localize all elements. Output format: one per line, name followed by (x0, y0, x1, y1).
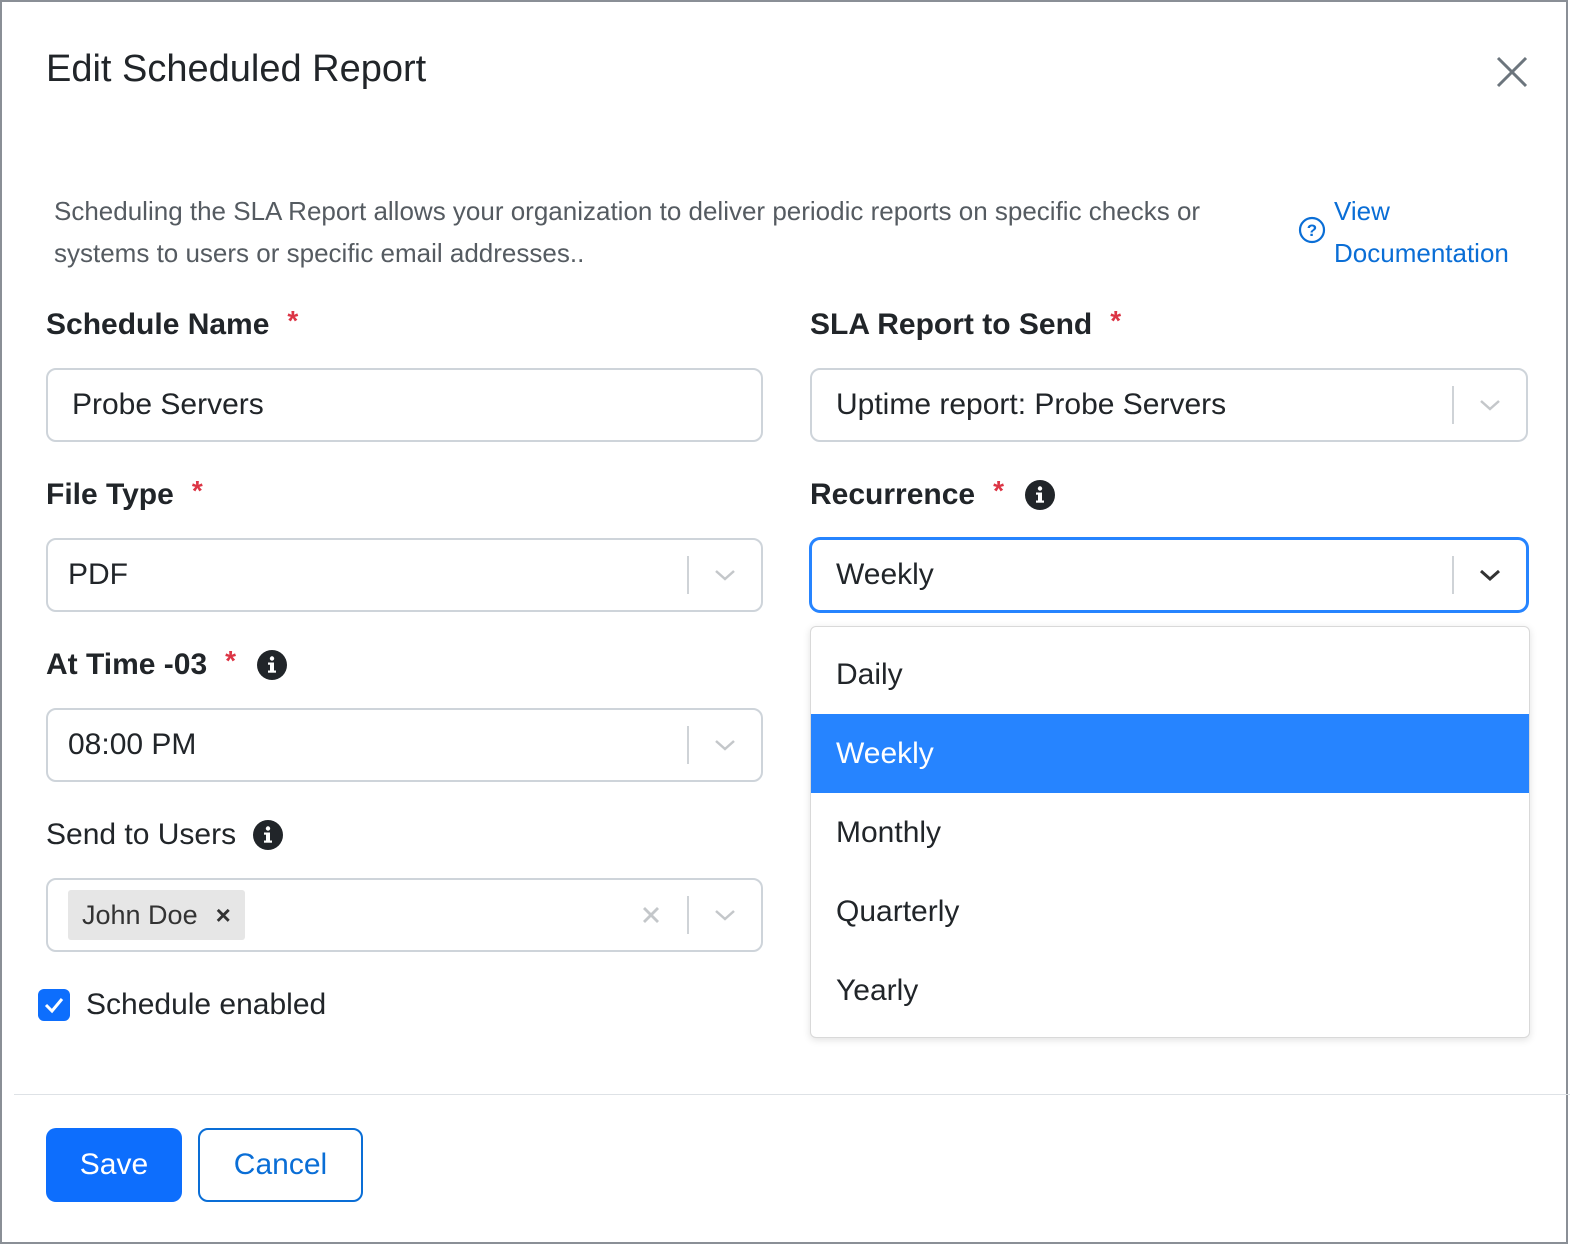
svg-text:?: ? (1307, 221, 1317, 240)
info-icon[interactable] (1024, 479, 1056, 511)
save-button[interactable]: Save (46, 1128, 182, 1202)
file-type-label-text: File Type (46, 478, 174, 511)
chevron-down-icon[interactable] (1454, 568, 1526, 582)
schedule-enabled-label[interactable]: Schedule enabled (86, 988, 326, 1022)
sla-report-value: Uptime report: Probe Servers (836, 388, 1227, 421)
required-marker: * (287, 305, 299, 336)
required-marker: * (993, 475, 1004, 506)
recurrence-dropdown-menu: Daily Weekly Monthly Quarterly Yearly (810, 626, 1530, 1038)
chevron-down-icon[interactable] (689, 738, 761, 752)
user-tag: John Doe × (68, 890, 245, 940)
recurrence-option-weekly[interactable]: Weekly (811, 714, 1529, 793)
recurrence-option-daily[interactable]: Daily (811, 635, 1529, 714)
required-marker: * (1110, 305, 1122, 336)
send-to-users-label: Send to Users (46, 818, 284, 852)
file-type-value: PDF (68, 558, 128, 591)
required-marker: * (225, 645, 237, 676)
view-documentation-link[interactable]: ? View Documentation (1298, 190, 1534, 274)
at-time-select[interactable]: 08:00 PM (46, 708, 763, 782)
modal-title: Edit Scheduled Report (46, 48, 427, 90)
at-time-value: 08:00 PM (68, 728, 197, 761)
schedule-name-value: Probe Servers (72, 388, 264, 421)
modal-description: Scheduling the SLA Report allows your or… (54, 196, 1201, 268)
user-tag-label: John Doe (82, 899, 198, 930)
chevron-down-icon[interactable] (689, 908, 761, 922)
schedule-enabled-checkbox[interactable] (38, 989, 70, 1021)
remove-tag-icon[interactable]: × (216, 900, 231, 931)
recurrence-option-monthly[interactable]: Monthly (811, 793, 1529, 872)
file-type-label: File Type * (46, 475, 203, 512)
send-to-users-label-text: Send to Users (46, 818, 237, 851)
cancel-button[interactable]: Cancel (198, 1128, 363, 1202)
recurrence-option-yearly[interactable]: Yearly (811, 951, 1529, 1030)
at-time-label: At Time -03 * (46, 645, 288, 682)
schedule-name-label-text: Schedule Name (46, 308, 270, 341)
required-marker: * (191, 475, 203, 506)
chevron-down-icon[interactable] (1454, 398, 1526, 412)
view-documentation-text[interactable]: View Documentation (1334, 190, 1534, 274)
schedule-name-input[interactable]: Probe Servers (46, 368, 763, 442)
recurrence-value: Weekly (836, 558, 934, 591)
recurrence-label: Recurrence * (810, 475, 1056, 512)
sla-report-select[interactable]: Uptime report: Probe Servers (810, 368, 1528, 442)
info-icon[interactable] (252, 819, 284, 851)
edit-scheduled-report-modal: Edit Scheduled Report Scheduling the SLA… (0, 0, 1570, 1244)
schedule-enabled-row[interactable]: Schedule enabled (38, 988, 326, 1022)
sla-report-label-text: SLA Report to Send (810, 308, 1093, 341)
send-to-users-select[interactable]: John Doe × (46, 878, 763, 952)
recurrence-label-text: Recurrence (810, 478, 976, 511)
help-circle-icon: ? (1298, 216, 1326, 244)
footer-divider (14, 1094, 1570, 1095)
chevron-down-icon[interactable] (689, 568, 761, 582)
schedule-name-label: Schedule Name * (46, 305, 299, 342)
file-type-select[interactable]: PDF (46, 538, 763, 612)
close-icon[interactable] (1492, 52, 1532, 92)
clear-icon[interactable] (615, 905, 687, 925)
info-icon[interactable] (256, 649, 288, 681)
recurrence-select[interactable]: Weekly (810, 538, 1528, 612)
recurrence-option-quarterly[interactable]: Quarterly (811, 872, 1529, 951)
sla-report-label: SLA Report to Send * (810, 305, 1122, 342)
checkmark-icon (44, 998, 64, 1014)
at-time-label-text: At Time -03 (46, 648, 208, 681)
